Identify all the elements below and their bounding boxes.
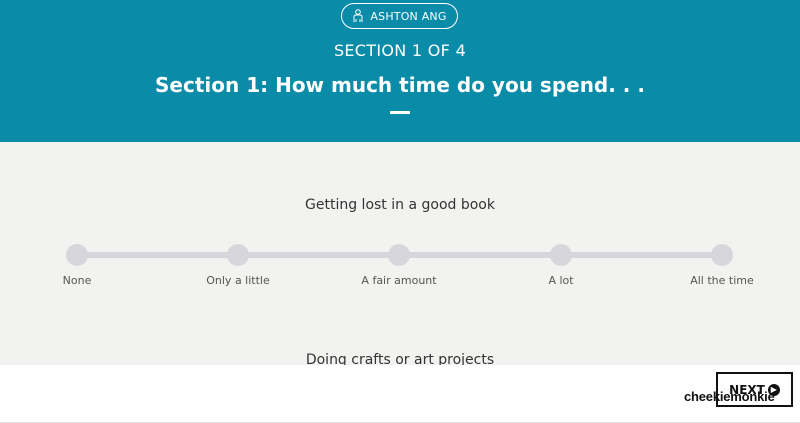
slider-label-none[interactable]: None [17, 274, 137, 287]
section-progress-text: SECTION 1 OF 4 [333, 41, 467, 60]
title-underline [390, 111, 410, 114]
slider-stop-a-fair-amount[interactable] [388, 244, 410, 266]
slider-stop-a-lot[interactable] [550, 244, 572, 266]
section-title: Section 1: How much time do you spend. .… [155, 73, 645, 97]
user-profile-button[interactable]: ASHTON ANG [341, 3, 458, 29]
slider-label-all-the-time[interactable]: All the time [662, 274, 782, 287]
slider-label-only-a-little[interactable]: Only a little [178, 274, 298, 287]
slider-label-a-fair-amount[interactable]: A fair amount [339, 274, 459, 287]
question-1-label: Getting lost in a good book [305, 197, 495, 213]
question-1-slider[interactable]: None Only a little A fair amount A lot A… [0, 244, 800, 294]
section-header: ASHTON ANG SECTION 1 OF 4 Section 1: How… [0, 0, 800, 142]
slider-stop-only-a-little[interactable] [227, 244, 249, 266]
slider-stop-all-the-time[interactable] [711, 244, 733, 266]
user-name: ASHTON ANG [370, 9, 447, 23]
slider-label-a-lot[interactable]: A lot [501, 274, 621, 287]
person-icon [353, 9, 363, 22]
slider-stop-none[interactable] [66, 244, 88, 266]
watermark: cheekiemonkie [684, 389, 775, 404]
footer-bar: NEXT ▶ cheekiemonkie [0, 365, 800, 423]
